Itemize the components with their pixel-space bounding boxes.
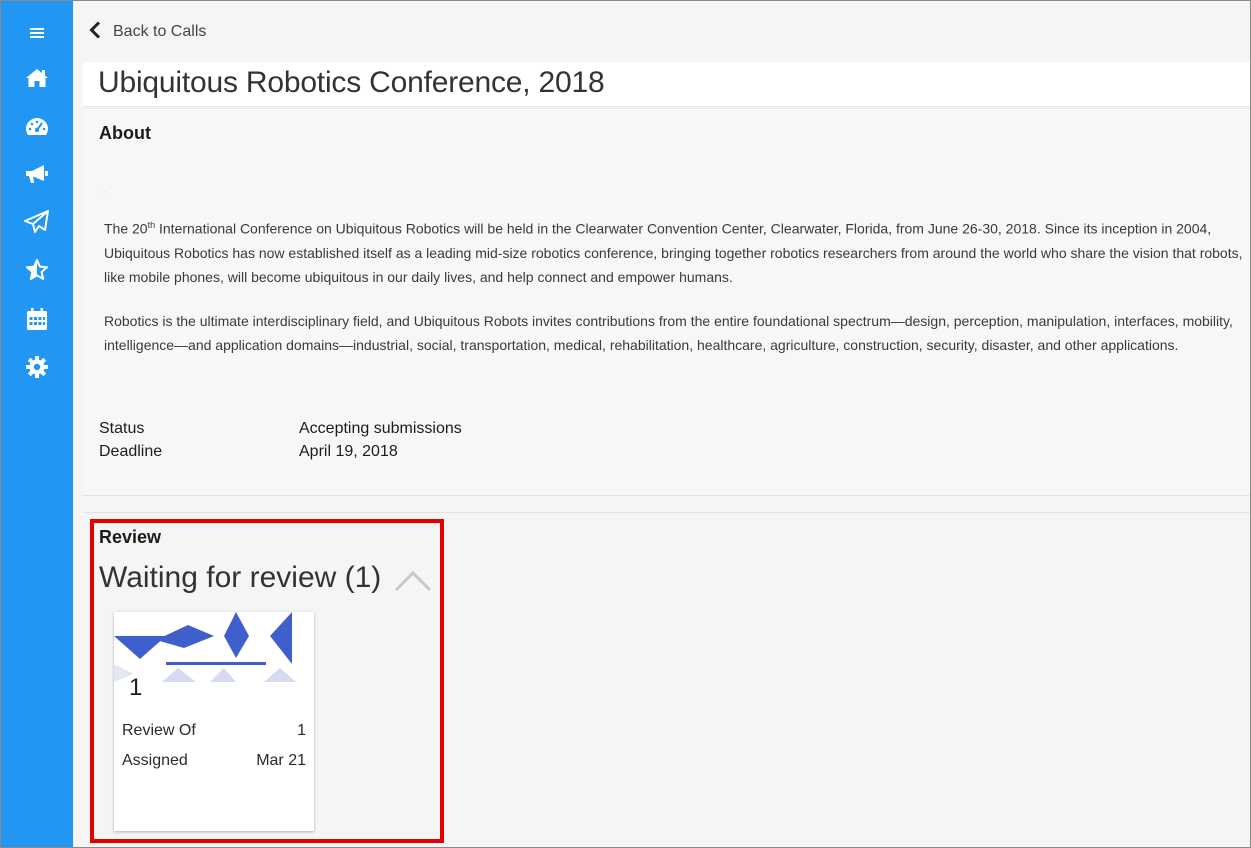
status-label: Status: [99, 420, 145, 437]
back-to-calls-link[interactable]: Back to Calls: [89, 19, 206, 45]
deadline-label: Deadline: [99, 443, 163, 460]
main-content: Back to Calls Ubiquitous Robotics Confer…: [73, 1, 1250, 847]
dashboard-icon: [24, 116, 50, 138]
chevron-left-icon: [89, 20, 113, 44]
divider-dot: -: [103, 187, 106, 196]
about-card: About - The 20th International Conferenc…: [83, 108, 1250, 496]
status-value: Accepting submissions: [299, 420, 462, 437]
back-label: Back to Calls: [113, 23, 207, 40]
star-icon: [25, 258, 49, 282]
title-bar: Ubiquitous Robotics Conference, 2018: [83, 62, 1250, 107]
menu-icon: [30, 27, 44, 39]
about-paragraph-1: The 20th International Conference on Ubi…: [104, 220, 1243, 285]
about-paragraph-2: Robotics is the ultimate interdisciplina…: [104, 313, 1233, 353]
home-icon: [25, 67, 49, 89]
megaphone-icon: [24, 163, 50, 185]
sidebar-item-settings[interactable]: [1, 347, 73, 387]
about-heading: About: [99, 123, 151, 143]
calendar-icon: [26, 307, 48, 331]
menu-button[interactable]: [1, 13, 73, 53]
deadline-value: April 19, 2018: [299, 443, 398, 460]
page-title: Ubiquitous Robotics Conference, 2018: [98, 66, 605, 99]
highlight-box: [90, 519, 444, 843]
sidebar-item-home[interactable]: [1, 58, 73, 98]
sidebar-item-dashboard[interactable]: [1, 107, 73, 147]
gear-icon: [25, 355, 49, 379]
sidebar: [1, 1, 73, 847]
sidebar-item-submissions[interactable]: [1, 202, 73, 242]
sidebar-item-calendar[interactable]: [1, 299, 73, 339]
sidebar-item-reviews[interactable]: [1, 250, 73, 290]
sidebar-item-calls[interactable]: [1, 154, 73, 194]
send-icon: [24, 210, 50, 234]
